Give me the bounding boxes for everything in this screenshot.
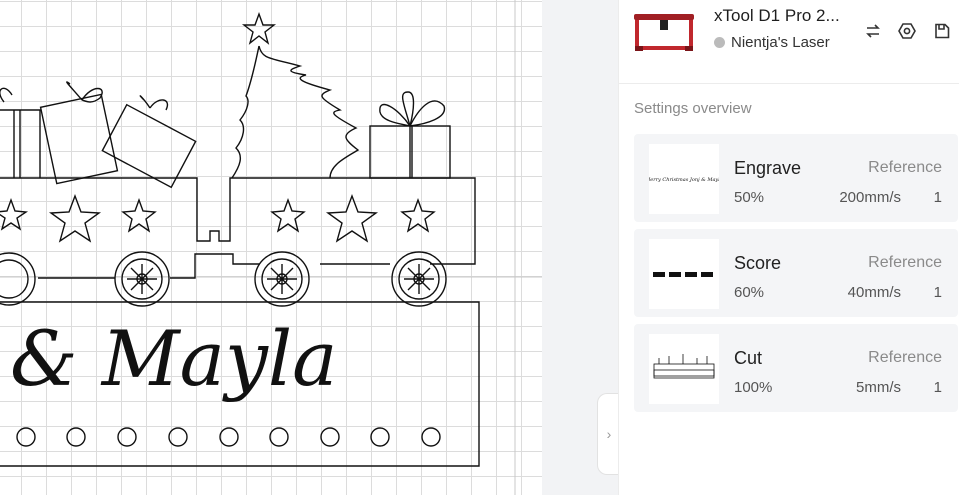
status-dot-icon xyxy=(714,37,725,48)
collapse-panel-button[interactable]: › xyxy=(597,393,620,475)
stars xyxy=(0,194,436,243)
setting-reference[interactable]: Reference xyxy=(868,349,942,367)
setting-power: 60% xyxy=(734,284,765,301)
setting-name: Engrave xyxy=(734,158,802,178)
gift-boxes xyxy=(0,81,451,189)
device-status-label: Nientja's Laser xyxy=(731,34,830,51)
setting-passes: 1 xyxy=(933,189,942,206)
setting-power: 100% xyxy=(734,379,773,396)
setting-power: 50% xyxy=(734,189,765,206)
score-preview xyxy=(649,239,719,309)
setting-name: Score xyxy=(734,253,782,273)
svg-text:Merry Christmas Jonj & Mayla: Merry Christmas Jonj & Mayla xyxy=(649,177,719,183)
device-header: xTool D1 Pro 2... Nientja's Laser xyxy=(619,0,959,84)
train-design[interactable]: & Mayla xyxy=(0,0,542,495)
design-name-text[interactable]: & Mayla xyxy=(10,314,338,403)
christmas-tree xyxy=(231,11,360,179)
engrave-preview: Merry Christmas Jonj & Mayla xyxy=(644,144,723,214)
setting-passes: 1 xyxy=(933,379,942,396)
setting-reference[interactable]: Reference xyxy=(868,159,942,177)
save-icon[interactable] xyxy=(931,20,953,42)
setting-card-score[interactable]: Score Reference 60% 40mm/s 1 xyxy=(634,229,958,317)
setting-name: Cut xyxy=(734,348,763,368)
nameplate-holes xyxy=(16,427,441,447)
setting-card-engrave[interactable]: Merry Christmas Jonj & Mayla Engrave Ref… xyxy=(634,134,958,222)
laser-machine-icon xyxy=(634,14,694,51)
device-name[interactable]: xTool D1 Pro 2... xyxy=(714,6,840,26)
wagon-body xyxy=(0,177,476,279)
settings-panel: xTool D1 Pro 2... Nientja's Laser Settin… xyxy=(618,0,959,495)
setting-speed: 40mm/s xyxy=(847,284,901,301)
swap-icon[interactable] xyxy=(862,20,884,42)
device-status: Nientja's Laser xyxy=(714,34,830,51)
settings-overview-title: Settings overview xyxy=(634,100,752,117)
design-canvas[interactable]: & Mayla xyxy=(0,0,542,495)
cut-preview xyxy=(649,334,719,404)
setting-passes: 1 xyxy=(933,284,942,301)
wheels xyxy=(0,251,447,307)
setting-reference[interactable]: Reference xyxy=(868,254,942,272)
setting-card-cut[interactable]: Cut Reference 100% 5mm/s 1 xyxy=(634,324,958,412)
setting-speed: 200mm/s xyxy=(839,189,901,206)
hexagon-settings-icon[interactable] xyxy=(896,20,918,42)
setting-speed: 5mm/s xyxy=(856,379,901,396)
chevron-right-icon: › xyxy=(606,426,612,442)
